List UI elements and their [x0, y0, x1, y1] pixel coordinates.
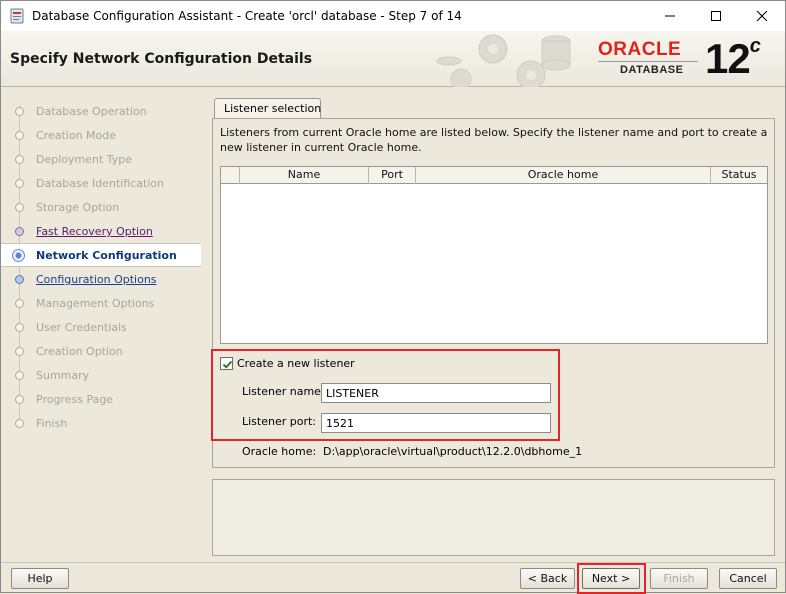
version-number: 12: [705, 35, 751, 82]
column-header-port[interactable]: Port: [369, 167, 416, 184]
column-header-status[interactable]: Status: [711, 167, 767, 184]
step-dot: [15, 227, 24, 236]
finish-button: Finish: [650, 568, 708, 589]
column-header-oracle-home[interactable]: Oracle home: [416, 167, 711, 184]
step-label: Finish: [36, 417, 68, 430]
listener-table[interactable]: Name Port Oracle home Status: [220, 166, 768, 344]
oracle-logo: ORACLE DATABASE: [598, 39, 702, 79]
step-finish: Finish: [1, 412, 201, 436]
step-label: Creation Option: [36, 345, 123, 358]
logo-divider: [598, 61, 698, 62]
listener-port-input[interactable]: [321, 413, 551, 433]
step-creation-option: Creation Option: [1, 340, 201, 364]
maximize-icon: [711, 11, 721, 21]
listener-description: Listeners from current Oracle home are l…: [220, 126, 768, 154]
help-button[interactable]: Help: [11, 568, 69, 589]
app-icon: [10, 8, 24, 24]
create-listener-checkbox[interactable]: [220, 357, 233, 370]
step-dot: [15, 155, 24, 164]
tab-label: Listener selection: [224, 102, 322, 115]
step-label: Management Options: [36, 297, 155, 310]
steps-sidebar: Database Operation Creation Mode Deploym…: [1, 88, 201, 556]
listener-port-label: Listener port:: [242, 415, 317, 428]
cancel-button[interactable]: Cancel: [719, 568, 777, 589]
tab-listener-selection[interactable]: Listener selection: [214, 98, 321, 119]
message-area: [212, 479, 775, 556]
step-label: Deployment Type: [36, 153, 133, 166]
step-dot: [15, 395, 24, 404]
window-title: Database Configuration Assistant - Creat…: [32, 9, 462, 23]
minimize-icon: [665, 15, 675, 17]
step-label: Summary: [36, 369, 90, 382]
gears-graphic: [436, 34, 571, 87]
bottom-divider: [1, 562, 785, 563]
step-dot: [15, 131, 24, 140]
page-title: Specify Network Configuration Details: [10, 51, 313, 67]
close-button[interactable]: [739, 1, 785, 31]
step-label: Progress Page: [36, 393, 114, 406]
step-dot: [15, 107, 24, 116]
table-header: Name Port Oracle home Status: [221, 167, 767, 184]
step-label: Database Identification: [36, 177, 165, 190]
listener-name-label: Listener name:: [242, 385, 325, 398]
page-header: Specify Network Configuration Details OR…: [1, 31, 785, 87]
column-header-select[interactable]: [221, 167, 240, 184]
step-dot: [15, 275, 24, 284]
checkmark-icon: [222, 360, 233, 369]
step-dot: [15, 371, 24, 380]
oracle-product: DATABASE: [620, 64, 684, 76]
oracle-home-value: D:\app\oracle\virtual\product\12.2.0\dbh…: [323, 445, 583, 458]
step-label[interactable]: Configuration Options: [36, 273, 157, 286]
step-summary: Summary: [1, 364, 201, 388]
listener-name-input[interactable]: [321, 383, 551, 403]
step-dot: [15, 323, 24, 332]
dbca-window: Database Configuration Assistant - Creat…: [0, 0, 786, 594]
step-label: Storage Option: [36, 201, 120, 214]
oracle-brand: ORACLE: [598, 39, 682, 60]
step-dot: [15, 203, 24, 212]
step-configuration-options[interactable]: Configuration Options: [1, 268, 201, 292]
current-step-dot: [12, 249, 25, 262]
column-header-name[interactable]: Name: [240, 167, 369, 184]
oracle-home-label: Oracle home:: [242, 445, 317, 458]
step-label: User Credentials: [36, 321, 127, 334]
close-icon: [756, 10, 768, 22]
step-database-identification: Database Identification: [1, 172, 201, 196]
version-suffix: c: [749, 35, 761, 57]
step-database-operation: Database Operation: [1, 100, 201, 124]
step-network-configuration: Network Configuration: [1, 243, 201, 267]
step-dot: [15, 347, 24, 356]
version-badge: 12c: [705, 35, 761, 83]
step-user-credentials: User Credentials: [1, 316, 201, 340]
step-label: Creation Mode: [36, 129, 117, 142]
step-label: Network Configuration: [36, 249, 177, 262]
back-button[interactable]: < Back: [520, 568, 575, 589]
title-bar: Database Configuration Assistant - Creat…: [1, 1, 785, 31]
next-button-highlight: [577, 563, 646, 594]
step-label: Database Operation: [36, 105, 147, 118]
step-creation-mode: Creation Mode: [1, 124, 201, 148]
step-progress-page: Progress Page: [1, 388, 201, 412]
maximize-button[interactable]: [693, 1, 739, 31]
step-storage-option: Storage Option: [1, 196, 201, 220]
step-management-options: Management Options: [1, 292, 201, 316]
step-fast-recovery-option[interactable]: Fast Recovery Option: [1, 220, 201, 244]
step-deployment-type: Deployment Type: [1, 148, 201, 172]
step-label[interactable]: Fast Recovery Option: [36, 225, 153, 238]
step-dot: [15, 299, 24, 308]
create-listener-label[interactable]: Create a new listener: [237, 357, 355, 370]
minimize-button[interactable]: [647, 1, 693, 31]
step-dot: [15, 419, 24, 428]
step-dot: [15, 179, 24, 188]
